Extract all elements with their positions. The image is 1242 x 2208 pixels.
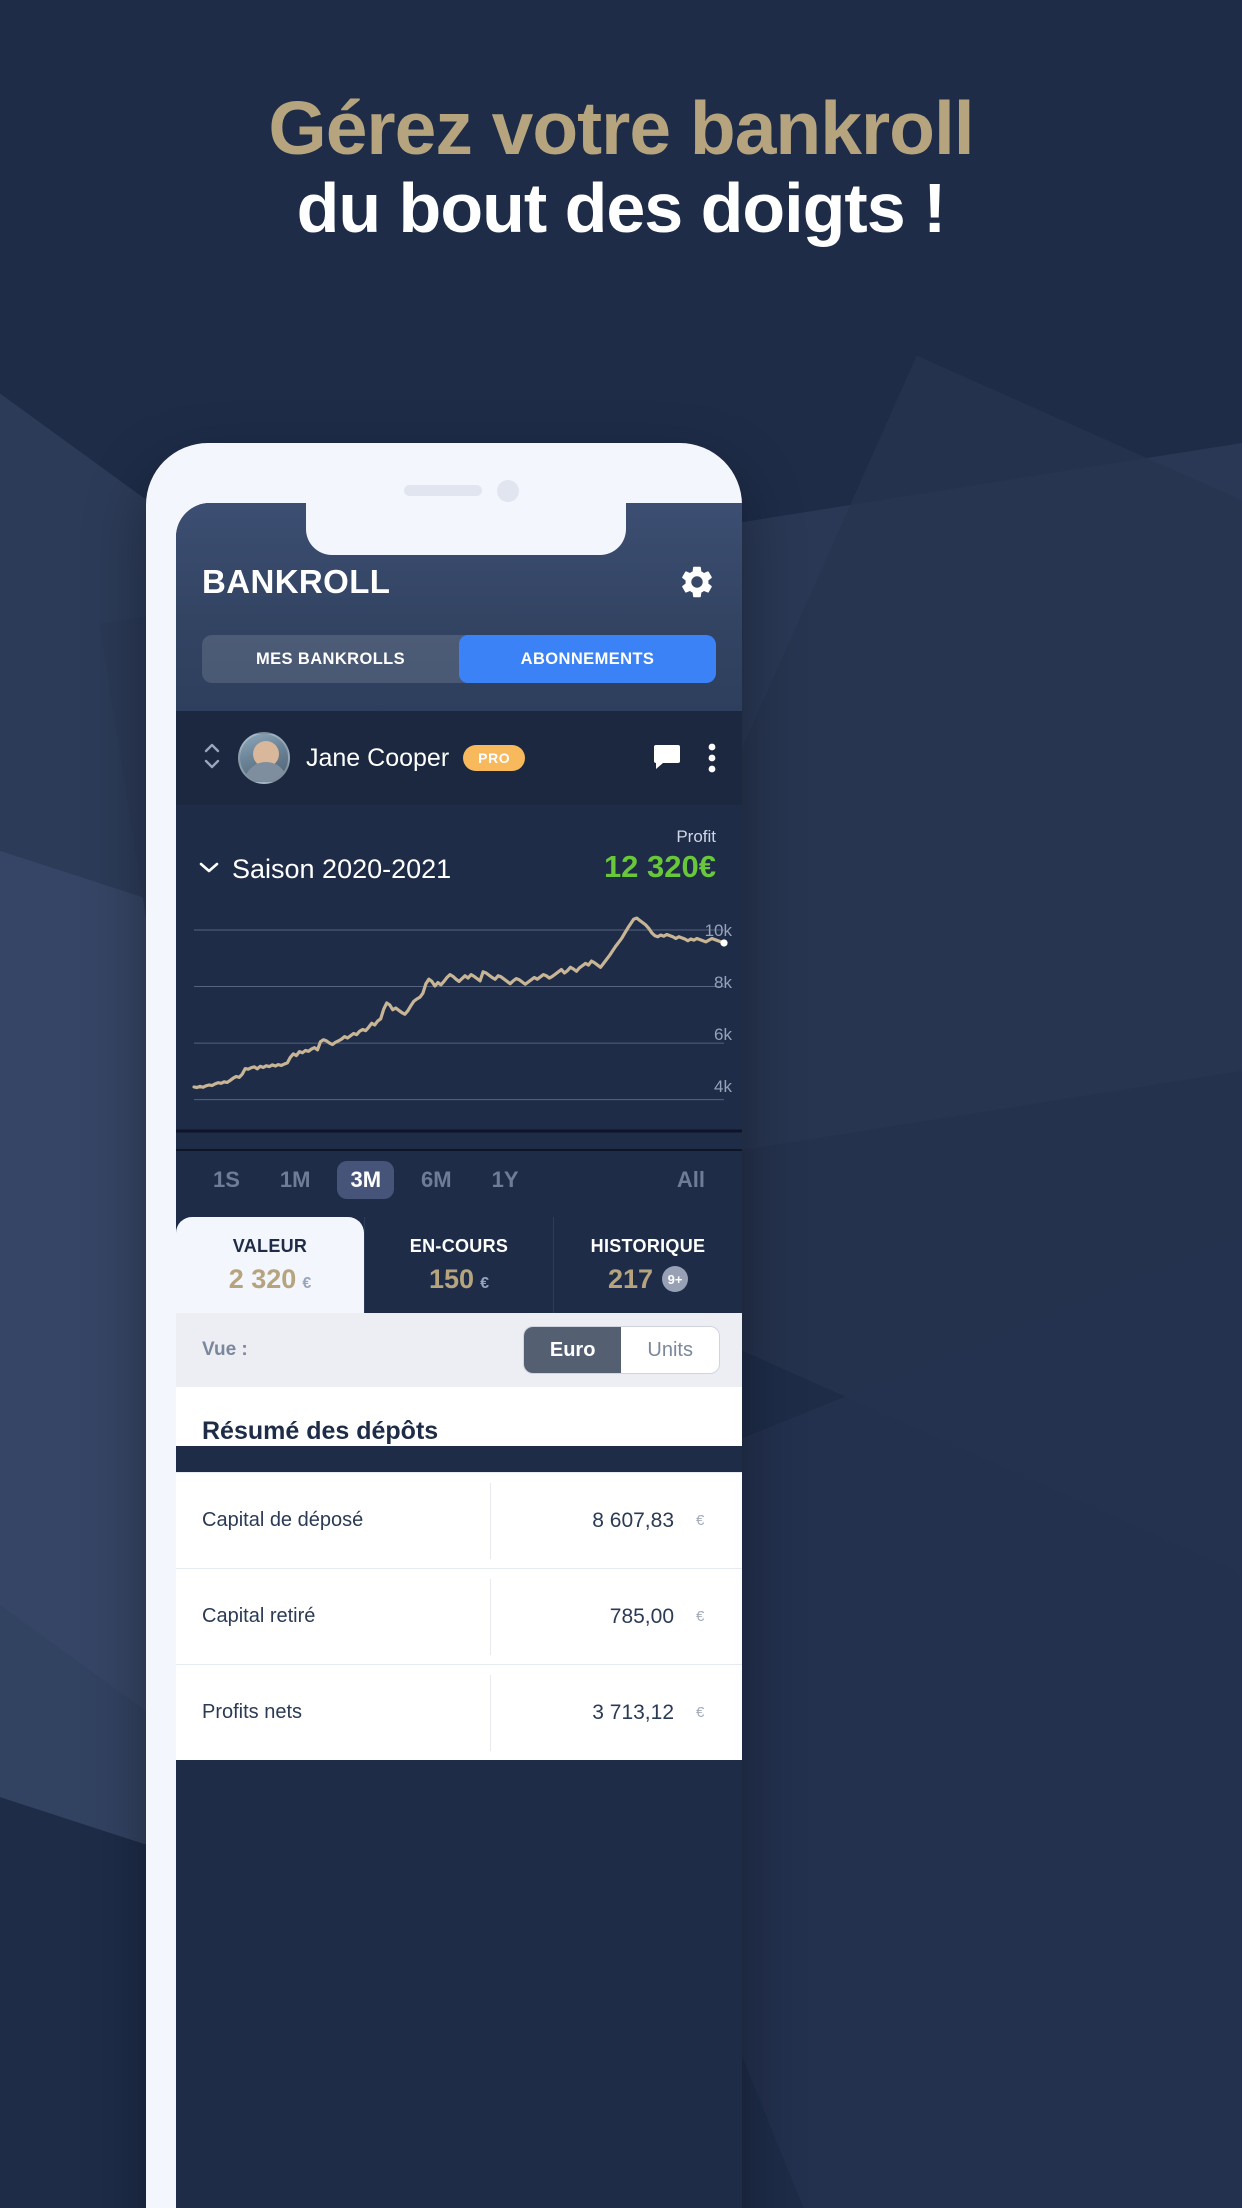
notification-count-badge: 9+ <box>662 1266 689 1292</box>
table-row[interactable]: Capital retiré 785,00 € <box>176 1568 742 1664</box>
tab-historique[interactable]: HISTORIQUE 217 9+ <box>553 1217 742 1313</box>
range-1s[interactable]: 1S <box>200 1161 253 1199</box>
tab-valeur-value-wrap: 2 320 € <box>229 1264 311 1295</box>
headline-line-2: du bout des doigts ! <box>296 169 947 247</box>
deposits-summary-card: Résumé des dépôts <box>176 1387 742 1446</box>
tab-en-cours-currency: € <box>480 1274 489 1292</box>
promo-screenshot: Gérez votre bankroll du bout des doigts … <box>0 0 1242 2208</box>
view-mode-bar: Vue : Euro Units <box>176 1313 742 1387</box>
app-screen: BANKROLL MES BANKROLLS ABONNEMENTS Jane … <box>176 503 742 2208</box>
user-row[interactable]: Jane Cooper PRO <box>176 711 742 805</box>
tab-bar[interactable]: VALEUR 2 320 € EN-COURS 150 € HISTORIQUE… <box>176 1217 742 1313</box>
tab-en-cours-value: 150 <box>429 1263 475 1294</box>
tab-valeur[interactable]: VALEUR 2 320 € <box>176 1217 364 1313</box>
phone-front-camera <box>497 480 519 502</box>
row-currency: € <box>696 1512 705 1529</box>
summary-title: Résumé des dépôts <box>202 1417 439 1445</box>
row-value: 3 713,12 <box>490 1674 686 1751</box>
view-mode-label: Vue : <box>202 1339 248 1360</box>
tab-historique-label: HISTORIQUE <box>590 1235 706 1256</box>
season-label: Saison 2020-2021 <box>232 854 452 884</box>
tab-historique-value-wrap: 217 9+ <box>607 1263 689 1295</box>
row-value: 785,00 <box>490 1578 686 1655</box>
headline-line-1: Gérez votre bankroll <box>268 86 974 170</box>
range-6m[interactable]: 6M <box>408 1161 465 1199</box>
row-label: Profits nets <box>202 1701 303 1723</box>
row-currency: € <box>696 1608 705 1625</box>
chart-canvas <box>176 916 742 1133</box>
vertical-dots-icon[interactable] <box>708 742 716 774</box>
segment-abonnements[interactable]: ABONNEMENTS <box>459 635 716 683</box>
phone-notch <box>306 503 626 555</box>
tab-historique-value: 217 <box>607 1263 654 1294</box>
toggle-units[interactable]: Units <box>621 1327 719 1373</box>
avatar <box>238 732 290 784</box>
chevron-down-icon[interactable] <box>198 860 232 879</box>
chart-ytick-6k: 6k <box>714 1025 732 1044</box>
table-row[interactable]: Profits nets 3 713,12 € <box>176 1664 742 1760</box>
tab-valeur-currency: € <box>302 1274 312 1292</box>
promo-headline: Gérez votre bankroll du bout des doigts … <box>0 86 1242 248</box>
profit-value: 12 320€ <box>603 849 716 884</box>
range-1y[interactable]: 1Y <box>479 1161 532 1199</box>
tab-valeur-value: 2 320 <box>228 1263 297 1294</box>
segmented-control[interactable]: MES BANKROLLS ABONNEMENTS <box>202 635 716 683</box>
time-range-selector[interactable]: 1S 1M 3M 6M 1Y All <box>176 1149 742 1217</box>
currency-unit-toggle[interactable]: Euro Units <box>522 1326 720 1374</box>
row-label: Capital de déposé <box>202 1509 364 1531</box>
row-label: Capital retiré <box>202 1605 316 1627</box>
chart-ytick-8k: 8k <box>714 973 732 992</box>
chart-ytick-4k: 4k <box>714 1077 732 1096</box>
range-1m[interactable]: 1M <box>267 1161 324 1199</box>
toggle-euro[interactable]: Euro <box>523 1327 622 1373</box>
gear-icon[interactable] <box>678 563 716 601</box>
range-all[interactable]: All <box>664 1161 718 1199</box>
season-row[interactable]: Saison 2020-2021 Profit 12 320€ <box>176 805 742 895</box>
summary-table: Capital de déposé 8 607,83 € Capital ret… <box>176 1472 742 1760</box>
user-name: Jane Cooper <box>306 743 450 772</box>
chart-ytick-10k: 10k <box>704 921 732 940</box>
page-title: BANKROLL <box>202 563 391 600</box>
status-badge: PRO <box>463 745 526 771</box>
range-3m[interactable]: 3M <box>337 1161 395 1199</box>
table-row[interactable]: Capital de déposé 8 607,83 € <box>176 1472 742 1568</box>
profit-label: Profit <box>676 827 716 846</box>
row-value: 8 607,83 <box>490 1482 686 1559</box>
bankroll-chart[interactable]: 10k 8k 6k 4k <box>176 899 742 1149</box>
phone-speaker-grille <box>404 485 482 496</box>
tab-en-cours-label: EN-COURS <box>409 1235 509 1256</box>
sort-updown-icon[interactable] <box>202 739 238 778</box>
segment-mes-bankrolls[interactable]: MES BANKROLLS <box>202 635 459 683</box>
tab-valeur-label: VALEUR <box>232 1235 308 1256</box>
tab-en-cours[interactable]: EN-COURS 150 € <box>364 1217 553 1313</box>
chat-bubble-icon[interactable] <box>652 744 682 772</box>
tab-en-cours-value-wrap: 150 € <box>429 1264 489 1295</box>
row-currency: € <box>696 1704 705 1721</box>
